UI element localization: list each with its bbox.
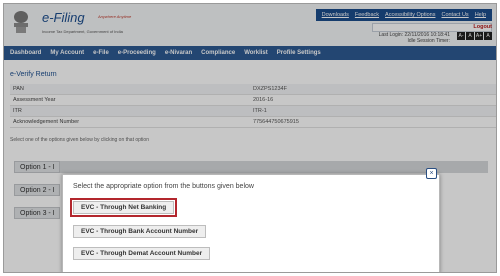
evc-net-banking-button[interactable]: EVC - Through Net Banking xyxy=(69,198,178,217)
window: e-Filing Anywhere Anytime Income Tax Dep… xyxy=(3,3,497,273)
close-icon[interactable]: × xyxy=(426,168,437,179)
evc-bank-account-button[interactable]: EVC - Through Bank Account Number xyxy=(73,225,207,238)
dialog-instruction: Select the appropriate option from the b… xyxy=(73,183,254,190)
evc-demat-account-button[interactable]: EVC - Through Demat Account Number xyxy=(73,247,211,260)
evc-options-dialog: Select the appropriate option from the b… xyxy=(62,174,440,272)
